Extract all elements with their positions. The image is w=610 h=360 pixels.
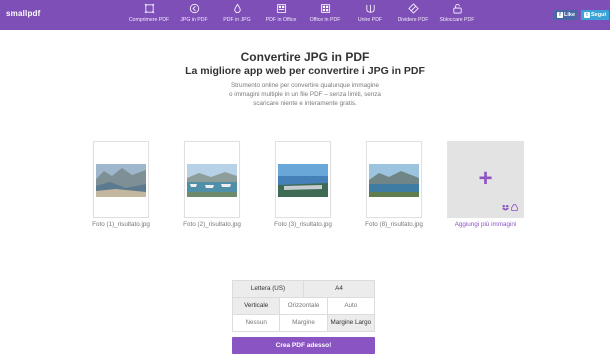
file-name: Foto (3)_risultato.jpg [274,221,332,228]
create-pdf-button[interactable]: Crea PDF adesso! [232,337,375,354]
page-title: Convertire JPG in PDF [240,50,370,64]
nav-item-pdf-to-jpg[interactable]: PDF in JPG [212,3,262,23]
nav-label: Dividere PDF [397,17,429,23]
image-thumbnail-1[interactable] [93,141,149,218]
option-a4[interactable]: A4 [303,281,374,297]
page-subtitle: La migliore app web per convertire i JPG… [185,65,425,77]
plus-icon: + [478,165,493,192]
file-name: Foto (8)_risultato.jpg [365,221,423,228]
nav-label: Sbloccare PDF [439,17,475,23]
nav-item-unlock[interactable]: Sbloccare PDF [432,3,482,23]
photo-preview [96,164,146,197]
option-portrait[interactable]: Verticale [233,298,280,314]
nav-item-office-to-pdf[interactable]: Office in PDF [300,3,350,23]
page-size-options: Lettera (US) A4 [233,281,374,297]
pdf-to-jpg-icon [233,3,241,13]
option-auto[interactable]: Auto [326,298,374,314]
add-images-link[interactable]: Aggiungi più immagini [440,221,531,228]
nav-label: Comprimere PDF [128,17,170,23]
image-thumbnail-2[interactable] [184,141,240,218]
photo-preview [187,164,237,197]
photo-preview [278,164,328,197]
option-landscape[interactable]: Orizzontale [279,298,327,314]
nav-label: PDF in Office [265,17,297,23]
pdf-to-office-icon [276,3,286,14]
office-to-pdf-icon [320,3,330,14]
nav-item-pdf-to-office[interactable]: PDF in Office [256,3,306,23]
dropbox-icon[interactable] [502,204,509,211]
twitter-icon: t [584,12,590,18]
facebook-icon: f [557,12,563,18]
margin-options: Nessun Margine Margine Largo [233,314,374,331]
nav-label: PDF in JPG [223,17,251,23]
orientation-options: Verticale Orizzontale Auto [233,297,374,314]
twitter-follow-button[interactable]: t Segui [581,10,609,20]
description-line: Strumento online per convertire qualunqu… [230,82,380,89]
image-thumbnail-4[interactable] [366,141,422,218]
top-navbar: smallpdf Comprimere PDF JPG in PDF PDF i… [0,0,610,30]
page-description: Strumento online per convertire qualunqu… [205,81,405,108]
photo-preview [369,164,419,197]
twitter-follow-label: Segui [591,12,606,18]
smallpdf-logo[interactable]: smallpdf [6,9,41,18]
file-name: Foto (2)_risultato.jpg [183,221,241,228]
image-thumbnail-3[interactable] [275,141,331,218]
facebook-like-label: Like [564,12,576,18]
option-letter-us[interactable]: Lettera (US) [233,281,303,297]
pdf-options-grid: Lettera (US) A4 Verticale Orizzontale Au… [232,280,375,332]
file-name: Foto (1)_risultato.jpg [92,221,150,228]
add-images-button[interactable]: + [447,141,524,218]
split-icon [407,3,419,14]
merge-icon [365,4,375,13]
option-margin[interactable]: Margine [279,315,327,331]
description-line: o immagini multiple in un file PDF – sen… [229,91,381,98]
nav-item-compress[interactable]: Comprimere PDF [124,3,174,23]
nav-item-split[interactable]: Dividere PDF [388,3,438,23]
facebook-like-button[interactable]: f Like [554,10,579,20]
option-no-margin[interactable]: Nessun [233,315,280,331]
unlock-icon [452,3,462,14]
option-large-margin[interactable]: Margine Largo [326,315,374,331]
compress-icon [144,3,154,14]
google-drive-icon[interactable] [511,204,518,211]
jpg-to-pdf-icon [189,3,199,14]
description-line: scaricare niente e interamente gratis. [253,100,357,107]
nav-label: Office in PDF [309,17,341,23]
